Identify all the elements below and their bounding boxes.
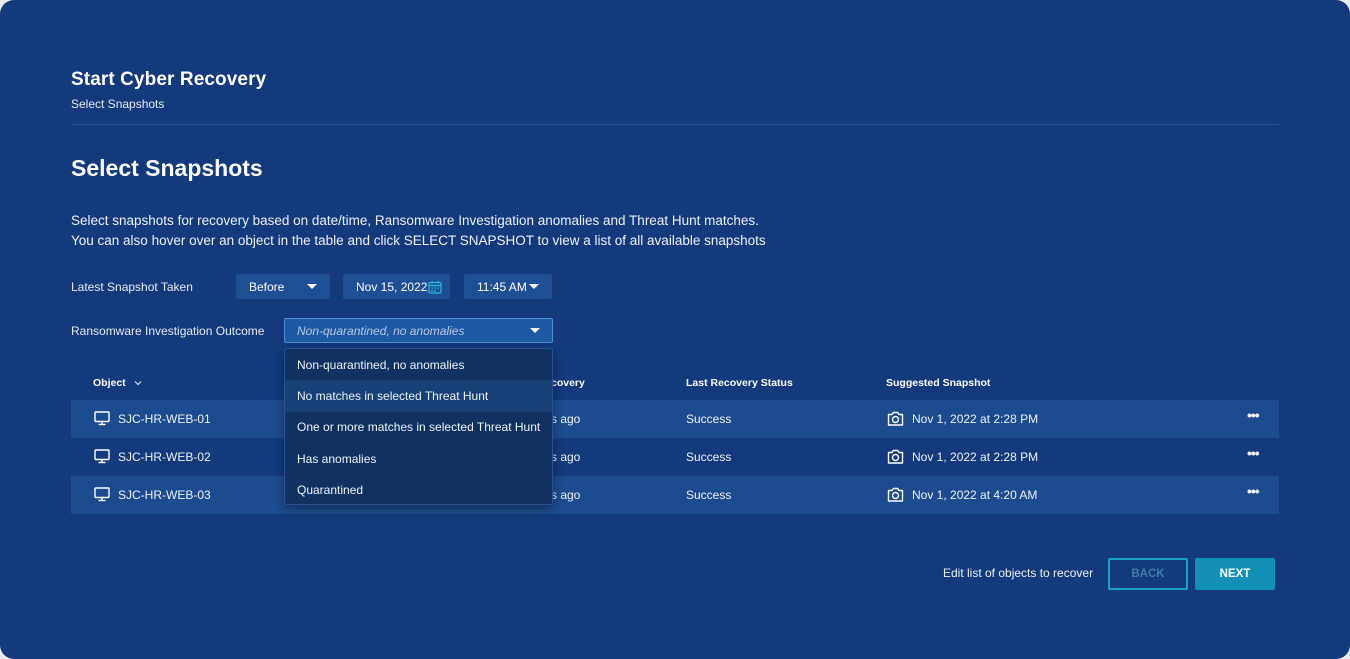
- time-select[interactable]: 11:45 AM: [464, 274, 552, 299]
- section-title: Select Snapshots: [71, 155, 263, 181]
- camera-icon: [887, 449, 904, 464]
- table-row[interactable]: SJC-HR-WEB-03 s ago Success Nov 1, 2022 …: [71, 476, 1279, 514]
- outcome-dropdown-menu: Non-quarantined, no anomalies No matches…: [284, 348, 553, 505]
- date-picker-value: Nov 15, 2022: [356, 279, 428, 294]
- next-button[interactable]: NEXT: [1195, 558, 1275, 590]
- outcome-option-non-quarantined[interactable]: Non-quarantined, no anomalies: [285, 349, 552, 380]
- object-name: SJC-HR-WEB-03: [118, 488, 211, 502]
- description-line-1: Select snapshots for recovery based on d…: [71, 213, 759, 228]
- outcome-select[interactable]: Non-quarantined, no anomalies: [284, 318, 553, 343]
- table-row[interactable]: SJC-HR-WEB-01 s ago Success Nov 1, 2022 …: [71, 400, 1279, 438]
- time-select-value: 11:45 AM: [477, 279, 527, 294]
- desktop-icon: [94, 487, 110, 502]
- object-name: SJC-HR-WEB-01: [118, 412, 211, 426]
- outcome-option-no-threat-hunt-matches[interactable]: No matches in selected Threat Hunt: [285, 380, 552, 412]
- desktop-icon: [94, 449, 110, 464]
- outcome-option-quarantined[interactable]: Quarantined: [285, 475, 552, 506]
- caret-down-icon: [307, 284, 317, 289]
- objects-table: Object covery Last Recovery Status Sugge…: [71, 368, 1279, 514]
- table-row[interactable]: SJC-HR-WEB-02 s ago Success Nov 1, 2022 …: [71, 438, 1279, 476]
- cyber-recovery-wizard: Start Cyber Recovery Select Snapshots Se…: [0, 0, 1350, 659]
- object-name: SJC-HR-WEB-02: [118, 450, 211, 464]
- outcome-select-placeholder: Non-quarantined, no anomalies: [297, 323, 465, 338]
- camera-icon: [887, 487, 904, 502]
- wizard-step-subtitle: Select Snapshots: [71, 97, 165, 111]
- column-header-object[interactable]: Object: [93, 377, 142, 389]
- outcome-option-has-anomalies[interactable]: Has anomalies: [285, 443, 552, 474]
- description-line-2: You can also hover over an object in the…: [71, 233, 766, 248]
- column-header-suggested-snapshot[interactable]: Suggested Snapshot: [886, 377, 990, 389]
- column-header-last-recovery[interactable]: covery: [551, 377, 585, 389]
- edit-objects-link[interactable]: Edit list of objects to recover: [943, 566, 1093, 580]
- last-recovery: s ago: [551, 412, 581, 426]
- last-recovery: s ago: [551, 488, 581, 502]
- recovery-status: Success: [686, 488, 732, 502]
- wizard-title: Start Cyber Recovery: [71, 69, 267, 90]
- recovery-status: Success: [686, 412, 732, 426]
- suggested-snapshot: Nov 1, 2022 at 4:20 AM: [912, 488, 1038, 502]
- latest-snapshot-label: Latest Snapshot Taken: [71, 280, 193, 294]
- header-divider: [71, 124, 1279, 125]
- date-picker[interactable]: Nov 15, 2022: [343, 274, 450, 299]
- column-header-last-recovery-status[interactable]: Last Recovery Status: [686, 377, 793, 389]
- back-button[interactable]: BACK: [1108, 558, 1188, 590]
- outcome-option-threat-hunt-matches[interactable]: One or more matches in selected Threat H…: [285, 412, 552, 443]
- suggested-snapshot: Nov 1, 2022 at 2:28 PM: [912, 412, 1039, 426]
- section-description: Select snapshots for recovery based on d…: [71, 211, 766, 251]
- caret-down-icon: [530, 328, 540, 333]
- row-more-actions-icon[interactable]: •••: [1247, 483, 1260, 499]
- last-recovery: s ago: [551, 450, 581, 464]
- outcome-label: Ransomware Investigation Outcome: [71, 324, 265, 338]
- relation-select-value: Before: [249, 279, 285, 294]
- column-header-object-label: Object: [93, 377, 126, 389]
- desktop-icon: [94, 411, 110, 426]
- calendar-icon[interactable]: [428, 280, 442, 294]
- row-more-actions-icon[interactable]: •••: [1247, 445, 1260, 461]
- chevron-down-icon: [134, 381, 142, 386]
- camera-icon: [887, 411, 904, 426]
- relation-select[interactable]: Before: [236, 274, 330, 299]
- recovery-status: Success: [686, 450, 732, 464]
- caret-down-icon: [529, 284, 539, 289]
- suggested-snapshot: Nov 1, 2022 at 2:28 PM: [912, 450, 1039, 464]
- row-more-actions-icon[interactable]: •••: [1247, 407, 1260, 423]
- table-header: Object covery Last Recovery Status Sugge…: [71, 368, 1279, 400]
